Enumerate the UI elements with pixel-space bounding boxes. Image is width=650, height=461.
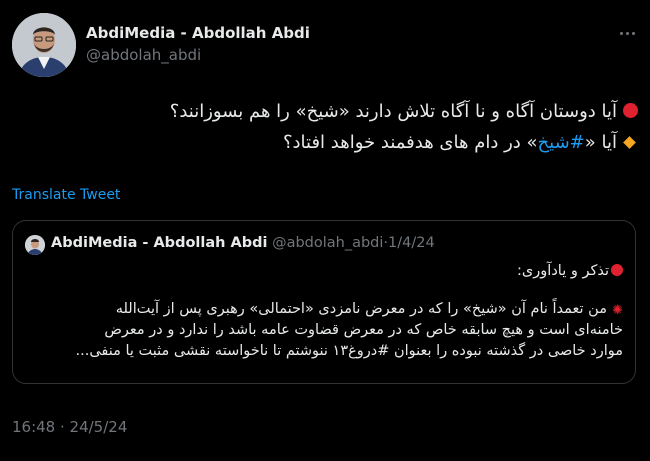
- tweet-line-1-text: آیا دوستان آگاه و نا آگاه تلاش دارند «شی…: [169, 101, 617, 122]
- more-options-icon[interactable]: [616, 28, 638, 38]
- quoted-text: تذکر و یادآوری: ✺ من تعمداً نام آن «شیخ» …: [25, 261, 623, 362]
- author-avatar[interactable]: [12, 13, 76, 77]
- quoted-heading: تذکر و یادآوری:: [25, 261, 623, 282]
- quoted-line-1-text: من تعمداً نام آن «شیخ» را که در معرض نام…: [115, 301, 607, 317]
- tweet-text: آیا دوستان آگاه و نا آگاه تلاش دارند «شی…: [18, 96, 638, 158]
- author-name[interactable]: AbdiMedia - Abdollah Abdi: [86, 24, 310, 42]
- quoted-author-handle: @abdolah_abdi: [272, 235, 384, 251]
- translate-tweet-link[interactable]: Translate Tweet: [12, 187, 120, 203]
- quoted-author-avatar: [25, 235, 45, 255]
- tweet-line-2-suffix: » در دام های هدفمند خواهد افتاد؟: [282, 132, 538, 153]
- quoted-line-3: موارد خاصی در گذشته نبوده را بعنوان #درو…: [75, 343, 624, 359]
- quoted-line-1: ✺ من تعمداً نام آن «شیخ» را که در معرض نا…: [25, 299, 623, 320]
- tweet-line-1: آیا دوستان آگاه و نا آگاه تلاش دارند «شی…: [18, 96, 638, 127]
- quoted-heading-text: تذکر و یادآوری:: [517, 263, 609, 279]
- red-circle-icon: [623, 103, 638, 118]
- red-circle-icon: [611, 264, 623, 276]
- anger-symbol-icon: ✺: [612, 303, 623, 318]
- tweet-line-2-prefix: آیا «: [584, 132, 617, 153]
- quoted-line-2: خامنه‌ای است و هیچ سابقه خاص که در معرض …: [104, 322, 623, 338]
- tweet-timestamp[interactable]: 16:48 · 24/5/24: [12, 418, 127, 436]
- quoted-author-name: AbdiMedia - Abdollah Abdi: [51, 235, 268, 251]
- quoted-tweet[interactable]: AbdiMedia - Abdollah Abdi @abdolah_abdi·…: [12, 220, 636, 384]
- tweet-line-2: آیا «#شیخ» در دام های هدفمند خواهد افتاد…: [18, 127, 638, 158]
- author-handle[interactable]: @abdolah_abdi: [86, 46, 201, 64]
- orange-diamond-icon: [623, 136, 636, 149]
- hashtag-link[interactable]: #شیخ: [538, 132, 585, 153]
- quoted-header: AbdiMedia - Abdollah Abdi @abdolah_abdi·…: [51, 235, 435, 251]
- quoted-date: 1/4/24: [388, 235, 435, 251]
